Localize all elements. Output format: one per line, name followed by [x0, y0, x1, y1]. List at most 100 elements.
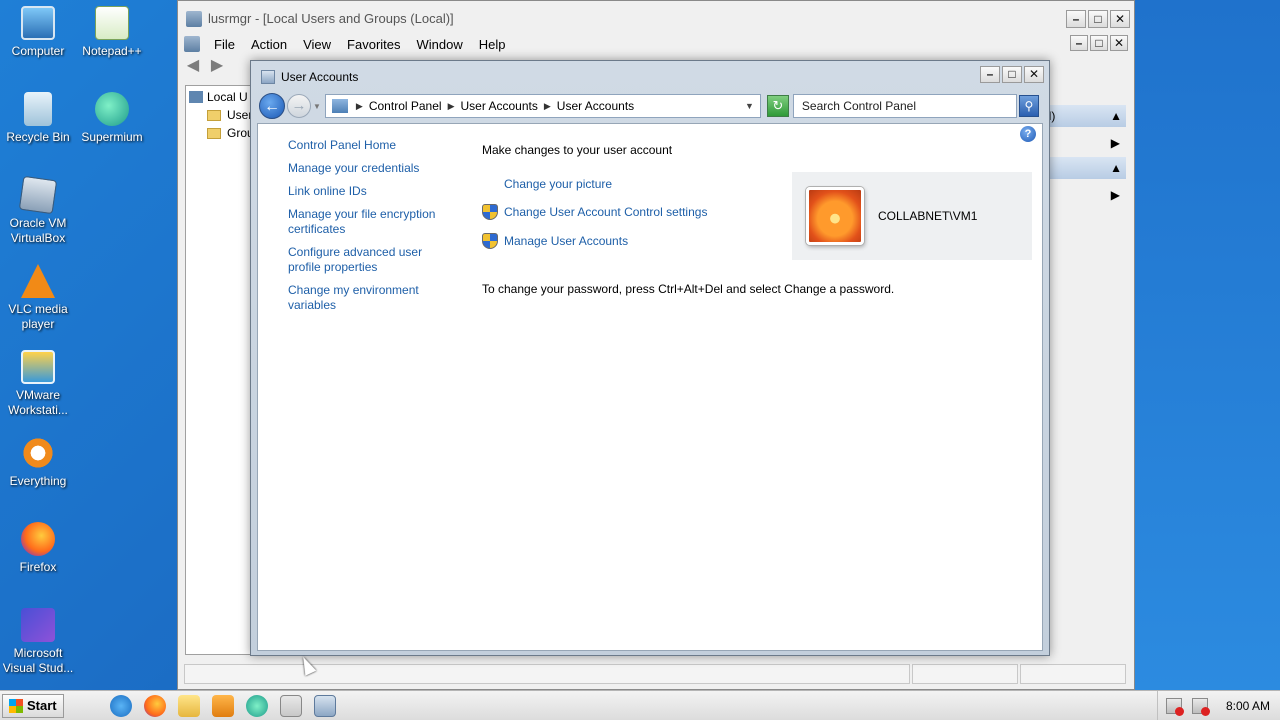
chevron-right-icon[interactable]: ▶: [544, 101, 551, 112]
menu-favorites[interactable]: Favorites: [339, 37, 408, 52]
manage-user-accounts-link[interactable]: Manage User Accounts: [504, 234, 628, 249]
windows-logo-icon: [9, 698, 23, 713]
chevron-right-icon[interactable]: ▶: [356, 101, 363, 112]
forward-button[interactable]: →: [287, 94, 311, 118]
collapse-icon[interactable]: ▲: [1110, 109, 1122, 123]
chevron-right-icon[interactable]: ▶: [448, 101, 455, 112]
folder-icon[interactable]: [177, 694, 200, 717]
advanced-profile-properties-link[interactable]: Configure advanced user profile properti…: [288, 245, 453, 275]
menu-view[interactable]: View: [295, 37, 339, 52]
desktop-icon-everything[interactable]: Everything: [0, 436, 76, 489]
tree-root[interactable]: Local U: [189, 88, 251, 106]
recent-pages-dropdown-icon[interactable]: ▼: [313, 102, 321, 111]
maximize-button[interactable]: □: [1002, 66, 1022, 83]
desktop-icon-supermium[interactable]: Supermium: [74, 92, 150, 145]
desktop-background-strip: [1135, 0, 1280, 690]
left-navigation: Control Panel Home Manage your credentia…: [288, 138, 453, 321]
desktop-icon-computer[interactable]: Computer: [0, 6, 76, 59]
status-pane: [184, 664, 910, 684]
uac-settings-link[interactable]: Change User Account Control settings: [504, 205, 707, 220]
desktop-icon-label: Microsoft Visual Stud...: [2, 646, 74, 675]
taskbar: Start 8:00 AM: [0, 690, 1280, 720]
collapse-icon[interactable]: ▲: [1110, 161, 1122, 175]
breadcrumb-user-accounts[interactable]: User Accounts: [460, 99, 537, 113]
refresh-button[interactable]: ↻: [766, 95, 789, 117]
menu-file[interactable]: File: [206, 37, 243, 52]
computer-icon: [189, 91, 203, 103]
tree-item-label: Grou: [227, 126, 251, 140]
desktop-icon-label: VLC media player: [8, 302, 68, 331]
back-button[interactable]: ←: [259, 93, 285, 119]
user-picture[interactable]: [806, 187, 864, 245]
start-button[interactable]: Start: [2, 693, 64, 718]
minimize-button[interactable]: –: [1066, 10, 1086, 28]
actions-more-2[interactable]: ▶: [1038, 181, 1126, 209]
actions-more[interactable]: ▶: [1038, 129, 1126, 157]
breadcrumb-control-panel[interactable]: Control Panel: [369, 99, 442, 113]
lusrmgr-menubar: File Action View Favorites Window Help: [184, 34, 514, 54]
folder-icon: [207, 109, 221, 121]
close-button[interactable]: ✕: [1024, 66, 1044, 83]
desktop-icon-visual-studio[interactable]: Microsoft Visual Stud...: [0, 608, 76, 676]
recycle-bin-icon: [24, 92, 52, 126]
menu-help[interactable]: Help: [471, 37, 514, 52]
search-icon[interactable]: ⚲: [1018, 95, 1039, 117]
user-accounts-titlebar[interactable]: User Accounts: [251, 61, 1049, 87]
tree-item-users[interactable]: User: [189, 106, 251, 124]
internet-explorer-icon[interactable]: [109, 694, 132, 717]
desktop-icon-notepadpp[interactable]: Notepad++: [74, 6, 150, 59]
firefox-icon[interactable]: [143, 694, 166, 717]
virtualbox-icon: [18, 175, 58, 215]
console-icon[interactable]: [184, 36, 200, 52]
help-icon[interactable]: ?: [1020, 126, 1036, 142]
link-online-ids-link[interactable]: Link online IDs: [288, 184, 453, 199]
close-button[interactable]: ✕: [1110, 10, 1130, 28]
manage-credentials-link[interactable]: Manage your credentials: [288, 161, 453, 176]
desktop-icon-label: Firefox: [19, 560, 57, 574]
user-accounts-window: User Accounts – □ ✕ ← → ▼ ▶ Control Pane…: [250, 60, 1050, 656]
desktop-icon-vmware[interactable]: VMware Workstati...: [0, 350, 76, 418]
desktop-icon-label: VMware Workstati...: [8, 388, 68, 417]
status-pane: [1020, 664, 1126, 684]
tree-item-label: User: [227, 108, 251, 122]
child-restore-button[interactable]: □: [1090, 35, 1108, 51]
lusrmgr-window-controls: – □ ✕: [1066, 10, 1130, 28]
lusrmgr-title: lusrmgr - [Local Users and Groups (Local…: [208, 11, 454, 26]
tree-item-groups[interactable]: Grou: [189, 124, 251, 142]
actions-header[interactable]: al) ▲: [1038, 105, 1126, 127]
desktop-icon-virtualbox[interactable]: Oracle VM VirtualBox: [0, 175, 76, 246]
lusrmgr-toolbar: ◀ ▶: [184, 57, 226, 75]
user-accounts-icon[interactable]: [313, 694, 336, 717]
actions-header-2[interactable]: ▲: [1038, 157, 1126, 179]
menu-window[interactable]: Window: [409, 37, 471, 52]
firefox-icon: [21, 522, 55, 556]
lusrmgr-icon[interactable]: [279, 694, 302, 717]
desktop-icon-firefox[interactable]: Firefox: [0, 522, 76, 575]
supermium-icon[interactable]: [245, 694, 268, 717]
back-arrow-icon[interactable]: ◀: [184, 57, 202, 75]
file-encryption-certificates-link[interactable]: Manage your file encryption certificates: [288, 207, 453, 237]
breadcrumb-user-accounts-current[interactable]: User Accounts: [557, 99, 634, 113]
desktop-icon-recycle-bin[interactable]: Recycle Bin: [0, 92, 76, 145]
user-name: COLLABNET\VM1: [878, 209, 978, 223]
clock[interactable]: 8:00 AM: [1226, 699, 1270, 713]
lusrmgr-titlebar[interactable]: lusrmgr - [Local Users and Groups (Local…: [178, 1, 1134, 37]
environment-variables-link[interactable]: Change my environment variables: [288, 283, 453, 313]
address-bar[interactable]: ▶ Control Panel ▶ User Accounts ▶ User A…: [324, 94, 761, 118]
desktop-icon-vlc[interactable]: VLC media player: [0, 264, 76, 332]
maximize-button[interactable]: □: [1088, 10, 1108, 28]
minimize-button[interactable]: –: [980, 66, 1000, 83]
address-bar-row: ← → ▼ ▶ Control Panel ▶ User Accounts ▶ …: [259, 91, 1041, 121]
console-tree: Local U User Grou: [185, 85, 255, 655]
forward-arrow-icon[interactable]: ▶: [208, 57, 226, 75]
media-player-icon[interactable]: [211, 694, 234, 717]
menu-action[interactable]: Action: [243, 37, 295, 52]
control-panel-home-link[interactable]: Control Panel Home: [288, 138, 453, 153]
search-input[interactable]: Search Control Panel: [792, 94, 1017, 118]
chevron-down-icon[interactable]: ▼: [745, 101, 754, 111]
volume-icon[interactable]: [1191, 697, 1210, 716]
action-center-icon[interactable]: [1165, 697, 1184, 716]
change-picture-link[interactable]: Change your picture: [504, 177, 612, 192]
child-minimize-button[interactable]: –: [1070, 35, 1088, 51]
child-close-button[interactable]: ✕: [1110, 35, 1128, 51]
